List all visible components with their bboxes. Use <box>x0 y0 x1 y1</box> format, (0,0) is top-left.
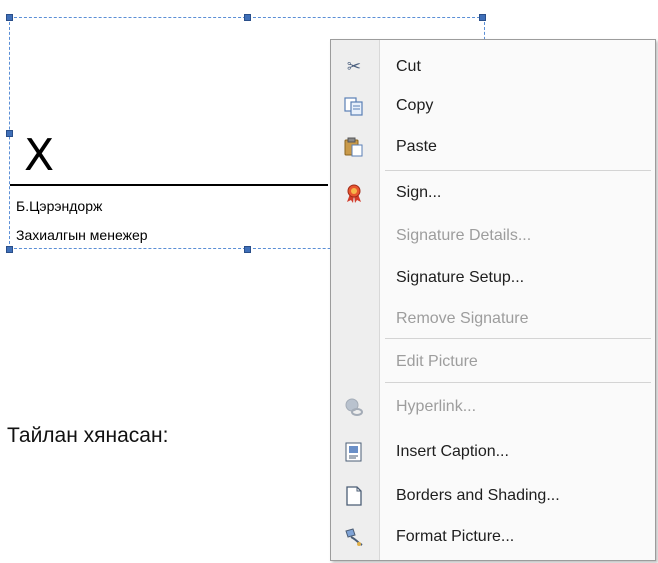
menu-item-borders-and-shading[interactable]: Borders and Shading... <box>331 477 655 515</box>
menu-item-remove-signature[interactable]: Remove Signature <box>331 300 655 338</box>
globe-link-icon <box>343 397 365 417</box>
context-menu: ✂ Cut Copy Paste Sign... Signature Detai… <box>330 39 656 561</box>
resize-handle-top-left[interactable] <box>6 14 13 21</box>
resize-handle-top-middle[interactable] <box>244 14 251 21</box>
resize-handle-middle-left[interactable] <box>6 130 13 137</box>
format-brush-icon <box>343 527 365 547</box>
menu-item-sign[interactable]: Sign... <box>331 174 655 212</box>
menu-item-label: Remove Signature <box>396 310 529 327</box>
menu-item-label: Cut <box>396 58 421 75</box>
menu-item-label: Format Picture... <box>396 528 515 545</box>
menu-separator <box>385 170 651 171</box>
ribbon-icon <box>343 183 365 203</box>
signer-name: Б.Цэрэндорж <box>16 198 103 214</box>
menu-item-signature-setup[interactable]: Signature Setup... <box>331 259 655 297</box>
resize-handle-top-right[interactable] <box>479 14 486 21</box>
menu-item-label: Sign... <box>396 184 442 201</box>
menu-separator <box>385 382 651 383</box>
copy-icon <box>343 96 365 116</box>
signature-mark: X <box>24 130 55 181</box>
menu-item-label: Copy <box>396 97 434 114</box>
menu-item-label: Insert Caption... <box>396 443 509 460</box>
menu-item-format-picture[interactable]: Format Picture... <box>331 518 655 556</box>
resize-handle-bottom-left[interactable] <box>6 246 13 253</box>
menu-item-label: Edit Picture <box>396 353 478 370</box>
report-reviewed-label: Тайлан хянасан: <box>7 424 169 447</box>
paste-icon <box>343 137 365 157</box>
menu-item-hyperlink[interactable]: Hyperlink... <box>331 388 655 426</box>
page-border-icon <box>343 486 365 506</box>
menu-item-signature-details[interactable]: Signature Details... <box>331 217 655 255</box>
menu-item-edit-picture[interactable]: Edit Picture <box>331 343 655 381</box>
menu-item-paste[interactable]: Paste <box>331 128 655 166</box>
menu-item-label: Paste <box>396 138 437 155</box>
menu-item-label: Hyperlink... <box>396 398 477 415</box>
menu-item-copy[interactable]: Copy <box>331 87 655 125</box>
menu-item-label: Signature Details... <box>396 227 532 244</box>
menu-separator <box>385 338 651 339</box>
menu-item-label: Borders and Shading... <box>396 487 560 504</box>
menu-item-insert-caption[interactable]: Insert Caption... <box>331 433 655 471</box>
signature-line <box>10 184 328 186</box>
resize-handle-bottom-middle[interactable] <box>244 246 251 253</box>
menu-item-cut[interactable]: ✂ Cut <box>331 48 655 86</box>
scissors-icon: ✂ <box>346 57 362 76</box>
signer-title: Захиалгын менежер <box>16 227 148 243</box>
caption-icon <box>343 442 365 462</box>
menu-item-label: Signature Setup... <box>396 269 525 286</box>
